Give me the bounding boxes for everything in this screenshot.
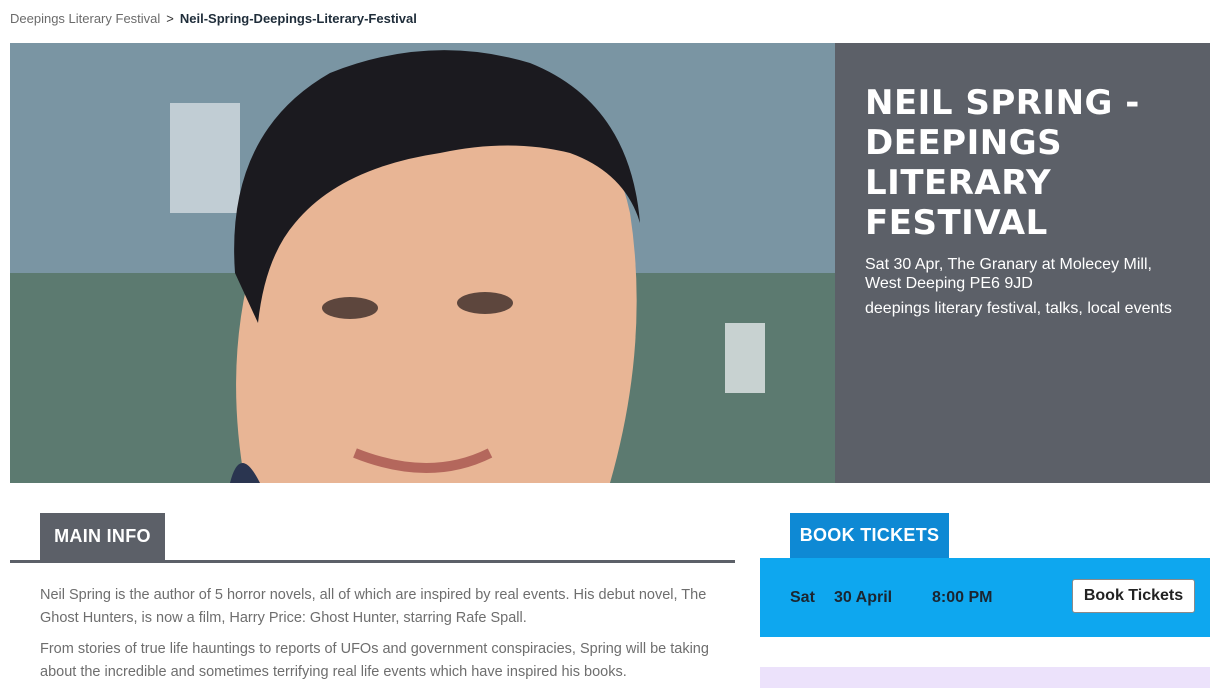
- tab-book-tickets[interactable]: BOOK TICKETS: [790, 513, 949, 558]
- author-portrait-photo: [10, 43, 835, 483]
- main-info-paragraph: Neil Spring is the author of 5 horror no…: [40, 587, 707, 626]
- main-info-paragraph: From stories of true life hauntings to r…: [40, 641, 709, 680]
- event-title: NEIL SPRING - DEEPINGS LITERARY FESTIVAL: [865, 83, 1140, 243]
- book-tickets-button[interactable]: Book Tickets: [1072, 579, 1195, 613]
- session-day: Sat: [790, 588, 815, 606]
- info-box: [760, 667, 1210, 688]
- session-date: 30 April: [834, 588, 893, 606]
- main-info-tabbar: MAIN INFO: [10, 513, 735, 563]
- main-info-content: Neil Spring is the author of 5 horror no…: [40, 584, 720, 688]
- breadcrumb-current: Neil-Spring-Deepings-Literary-Festival: [179, 11, 417, 26]
- portrait-illustration: [10, 43, 835, 483]
- event-summary-panel: NEIL SPRING - DEEPINGS LITERARY FESTIVAL…: [835, 43, 1210, 483]
- event-date-location: Sat 30 Apr, The Granary at Molecey Mill,…: [865, 256, 1152, 292]
- event-tags: deepings literary festival, talks, local…: [865, 300, 1172, 317]
- chevron-right-icon: >: [166, 11, 174, 26]
- session-time: 8:00 PM: [932, 588, 993, 606]
- breadcrumb: Deepings Literary Festival > Neil-Spring…: [10, 11, 417, 26]
- ticket-session-row: Sat 30 April 8:00 PM Book Tickets: [760, 558, 1210, 637]
- event-hero: NEIL SPRING - DEEPINGS LITERARY FESTIVAL…: [10, 43, 1210, 483]
- breadcrumb-link-festival[interactable]: Deepings Literary Festival: [10, 11, 160, 26]
- tab-main-info[interactable]: MAIN INFO: [40, 513, 165, 560]
